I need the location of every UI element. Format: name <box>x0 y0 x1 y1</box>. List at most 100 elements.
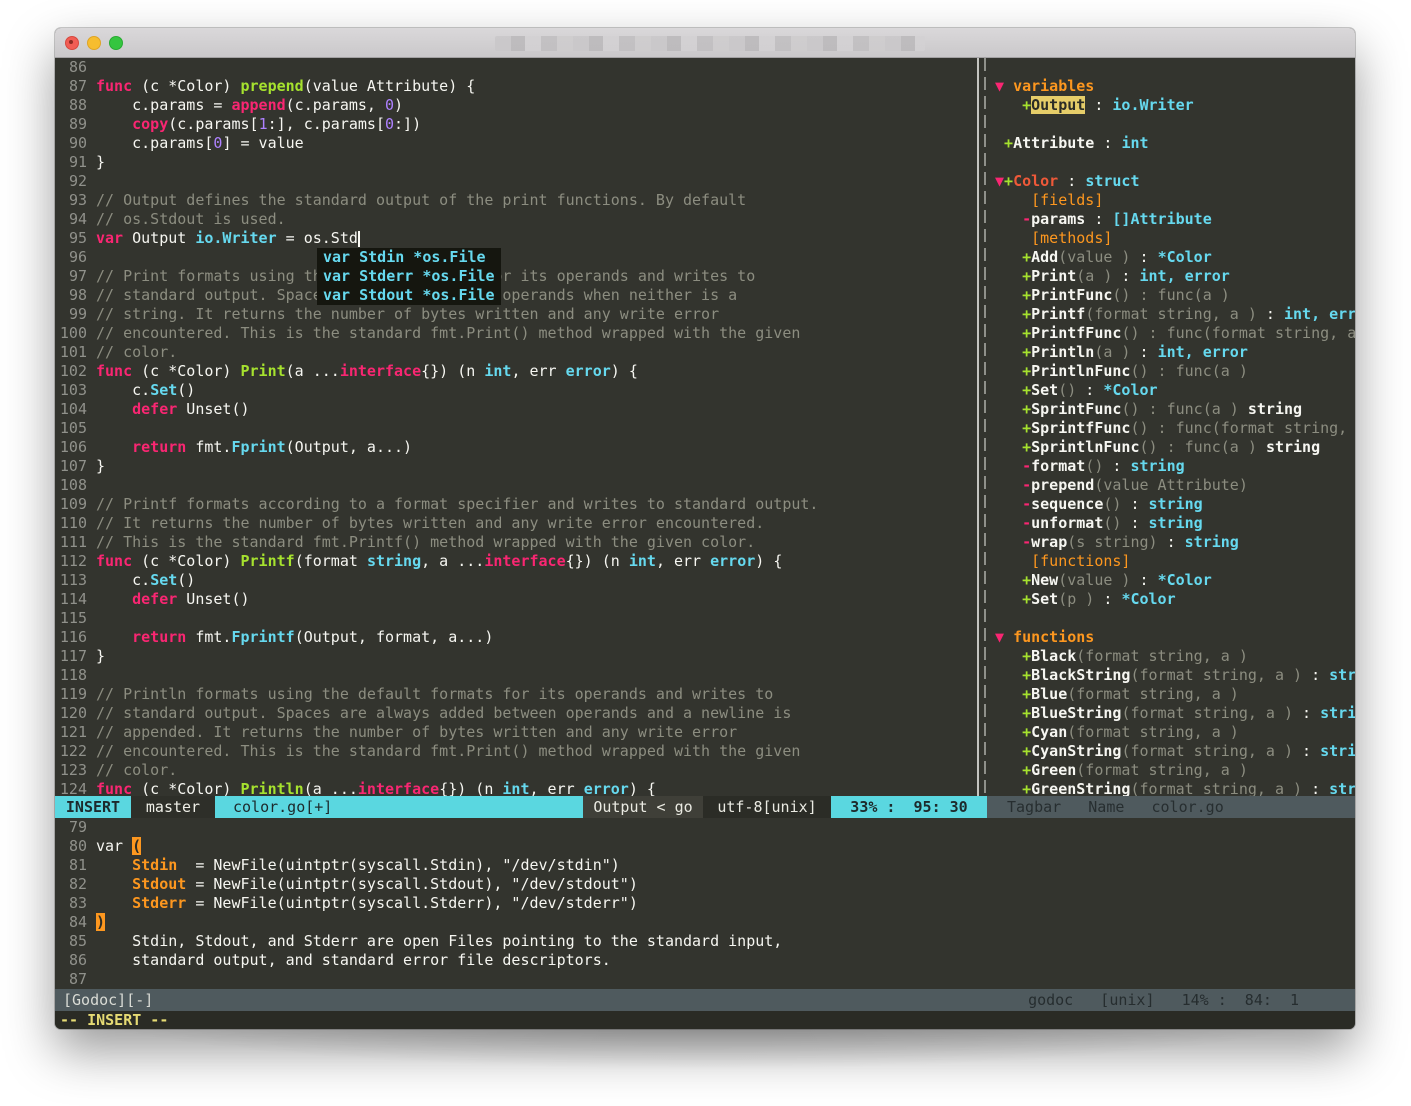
code-line[interactable]: 113 c.Set() <box>55 571 977 590</box>
editor-split: var Stdin *os.Filevar Stderr *os.Filevar… <box>55 58 1355 796</box>
code-line[interactable]: 101// color. <box>55 343 977 362</box>
code-line[interactable]: 86 <box>55 58 977 77</box>
tagbar-pane[interactable]: ▼ variables +Output : io.Writer +Attribu… <box>993 58 1355 796</box>
code-line[interactable]: 95var Output io.Writer = os.Std <box>55 229 977 248</box>
tag-entry[interactable]: -wrap(s string) : string <box>995 533 1355 552</box>
code-line[interactable]: 120// standard output. Spaces are always… <box>55 704 977 723</box>
tag-entry[interactable]: +PrintFunc() : func(a ) <box>995 286 1355 305</box>
tag-entry[interactable] <box>995 153 1355 172</box>
tag-entry[interactable]: ▼+Color : struct <box>995 172 1355 191</box>
tag-entry[interactable] <box>995 58 1355 77</box>
godoc-line[interactable]: 84) <box>55 913 1355 932</box>
tag-entry[interactable]: -params : []Attribute <box>995 210 1355 229</box>
tag-entry[interactable]: +Attribute : int <box>995 134 1355 153</box>
code-line[interactable]: 97// Print formats using the default for… <box>55 267 977 286</box>
code-line[interactable]: 116 return fmt.Fprintf(Output, format, a… <box>55 628 977 647</box>
code-line[interactable]: 106 return fmt.Fprint(Output, a...) <box>55 438 977 457</box>
code-line[interactable]: 114 defer Unset() <box>55 590 977 609</box>
zoom-button[interactable] <box>109 36 123 50</box>
tag-entry[interactable] <box>995 609 1355 628</box>
code-line[interactable]: 111// This is the standard fmt.Printf() … <box>55 533 977 552</box>
code-line[interactable]: 90 c.params[0] = value <box>55 134 977 153</box>
code-line[interactable]: 117} <box>55 647 977 666</box>
code-line[interactable]: 103 c.Set() <box>55 381 977 400</box>
line-text: +Add(value ) : *Color <box>995 248 1212 267</box>
tag-entry[interactable] <box>995 115 1355 134</box>
minimize-button[interactable] <box>87 36 101 50</box>
tag-entry[interactable]: [fields] <box>995 191 1355 210</box>
tag-entry[interactable]: +Output : io.Writer <box>995 96 1355 115</box>
code-line[interactable]: 123// color. <box>55 761 977 780</box>
code-line[interactable]: 122// encountered. This is the standard … <box>55 742 977 761</box>
tag-entry[interactable]: +Green(format string, a ) <box>995 761 1355 780</box>
window-split-separator[interactable] <box>977 58 993 796</box>
tag-entry[interactable]: +Add(value ) : *Color <box>995 248 1355 267</box>
tag-entry[interactable]: +New(value ) : *Color <box>995 571 1355 590</box>
code-line[interactable]: 119// Println formats using the default … <box>55 685 977 704</box>
code-line[interactable]: 110// It returns the number of bytes wri… <box>55 514 977 533</box>
code-line[interactable]: 102func (c *Color) Print(a ...interface{… <box>55 362 977 381</box>
tag-entry[interactable]: -format() : string <box>995 457 1355 476</box>
tag-entry[interactable]: +Black(format string, a ) <box>995 647 1355 666</box>
code-line[interactable]: 105 <box>55 419 977 438</box>
code-line[interactable]: 100// encountered. This is the standard … <box>55 324 977 343</box>
code-line[interactable]: 124func (c *Color) Println(a ...interfac… <box>55 780 977 796</box>
tag-entry[interactable]: -prepend(value Attribute) <box>995 476 1355 495</box>
tag-entry[interactable]: ▼ variables <box>995 77 1355 96</box>
tag-entry[interactable]: +BlueString(format string, a ) : stri <box>995 704 1355 723</box>
titlebar[interactable] <box>55 28 1355 58</box>
code-line[interactable]: 91} <box>55 153 977 172</box>
tag-entry[interactable]: +Cyan(format string, a ) <box>995 723 1355 742</box>
tag-entry[interactable]: +BlackString(format string, a ) : str <box>995 666 1355 685</box>
code-line[interactable]: 98// standard output. Spaces are added b… <box>55 286 977 305</box>
code-line[interactable]: 104 defer Unset() <box>55 400 977 419</box>
tag-entry[interactable]: +GreenString(format string, a ) : str <box>995 780 1355 796</box>
code-line[interactable]: 121// appended. It returns the number of… <box>55 723 977 742</box>
completion-item[interactable]: var Stderr *os.File <box>317 267 501 286</box>
code-line[interactable]: 89 copy(c.params[1:], c.params[0:]) <box>55 115 977 134</box>
godoc-line[interactable]: 83 Stderr = NewFile(uintptr(syscall.Stde… <box>55 894 1355 913</box>
godoc-line[interactable]: 80var ( <box>55 837 1355 856</box>
code-line[interactable]: 107} <box>55 457 977 476</box>
tag-entry[interactable]: +PrintfFunc() : func(format string, a <box>995 324 1355 343</box>
code-line[interactable]: 115 <box>55 609 977 628</box>
godoc-line[interactable]: 86 standard output, and standard error f… <box>55 951 1355 970</box>
code-line[interactable]: 118 <box>55 666 977 685</box>
code-line[interactable]: 96 <box>55 248 977 267</box>
close-button[interactable] <box>65 36 79 50</box>
godoc-preview-pane[interactable]: 7980var (81 Stdin = NewFile(uintptr(sysc… <box>55 818 1355 989</box>
tag-entry[interactable]: +SprintfFunc() : func(format string, <box>995 419 1355 438</box>
tag-entry[interactable]: ▼ functions <box>995 628 1355 647</box>
tag-entry[interactable]: +CyanString(format string, a ) : stri <box>995 742 1355 761</box>
code-line[interactable]: 109// Printf formats according to a form… <box>55 495 977 514</box>
tag-entry[interactable]: +Printf(format string, a ) : int, err <box>995 305 1355 324</box>
code-line[interactable]: 94// os.Stdout is used. <box>55 210 977 229</box>
tag-entry[interactable]: +Println(a ) : int, error <box>995 343 1355 362</box>
tag-entry[interactable]: +SprintFunc() : func(a ) string <box>995 400 1355 419</box>
code-line[interactable]: 88 c.params = append(c.params, 0) <box>55 96 977 115</box>
code-line[interactable]: 108 <box>55 476 977 495</box>
tag-entry[interactable]: [functions] <box>995 552 1355 571</box>
code-line[interactable]: 93// Output defines the standard output … <box>55 191 977 210</box>
tag-entry[interactable]: -unformat() : string <box>995 514 1355 533</box>
tag-entry[interactable]: +Set() : *Color <box>995 381 1355 400</box>
completion-item[interactable]: var Stdin *os.File <box>317 248 501 267</box>
godoc-line[interactable]: 85 Stdin, Stdout, and Stderr are open Fi… <box>55 932 1355 951</box>
code-line[interactable]: 99// string. It returns the number of by… <box>55 305 977 324</box>
tag-entry[interactable]: +Blue(format string, a ) <box>995 685 1355 704</box>
tag-entry[interactable]: -sequence() : string <box>995 495 1355 514</box>
completion-item[interactable]: var Stdout *os.File <box>317 286 501 305</box>
tag-entry[interactable]: +Print(a ) : int, error <box>995 267 1355 286</box>
godoc-line[interactable]: 79 <box>55 818 1355 837</box>
tag-entry[interactable]: +PrintlnFunc() : func(a ) <box>995 362 1355 381</box>
code-editor-pane[interactable]: var Stdin *os.Filevar Stderr *os.Filevar… <box>55 58 977 796</box>
code-line[interactable]: 92 <box>55 172 977 191</box>
godoc-line[interactable]: 82 Stdout = NewFile(uintptr(syscall.Stdo… <box>55 875 1355 894</box>
godoc-line[interactable]: 87 <box>55 970 1355 989</box>
godoc-line[interactable]: 81 Stdin = NewFile(uintptr(syscall.Stdin… <box>55 856 1355 875</box>
tag-entry[interactable]: [methods] <box>995 229 1355 248</box>
tag-entry[interactable]: +Set(p ) : *Color <box>995 590 1355 609</box>
code-line[interactable]: 112func (c *Color) Printf(format string,… <box>55 552 977 571</box>
tag-entry[interactable]: +SprintlnFunc() : func(a ) string <box>995 438 1355 457</box>
code-line[interactable]: 87func (c *Color) prepend(value Attribut… <box>55 77 977 96</box>
